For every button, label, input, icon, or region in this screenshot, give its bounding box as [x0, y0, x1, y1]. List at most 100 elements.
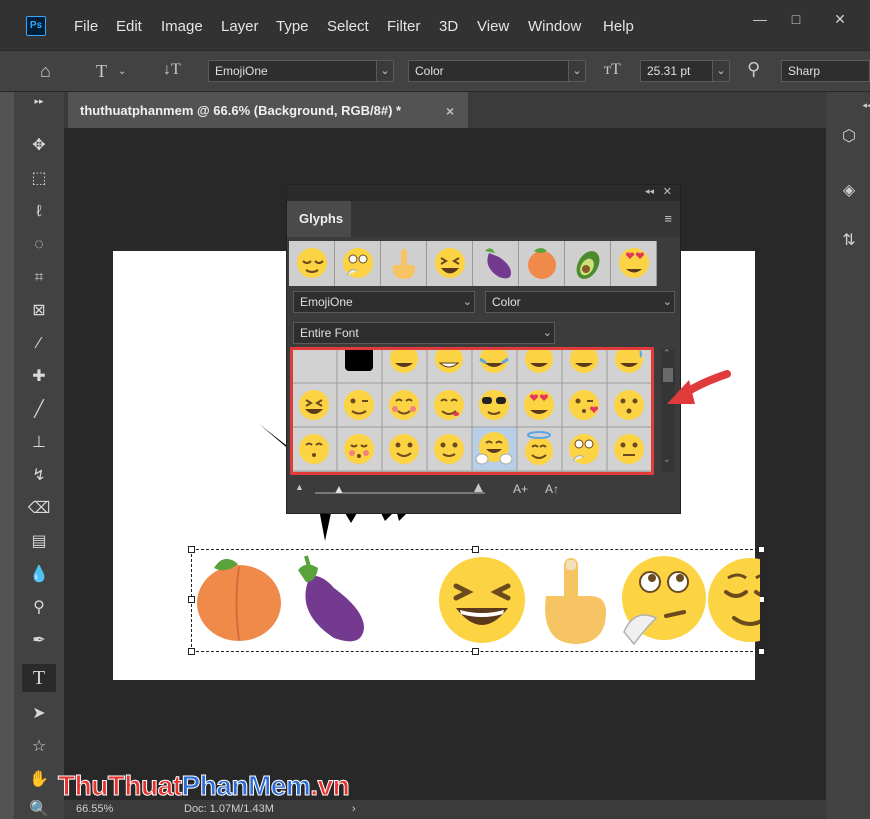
history-icon[interactable]: ⇅ [838, 230, 860, 252]
dodge-tool-icon[interactable]: ⚲ [22, 594, 56, 622]
glyphs-panel: ◂◂ ✕ Glyphs ≡ EmojiOne ⌄ Color ⌄ Entire … [286, 184, 681, 514]
menu-view[interactable]: View [477, 18, 509, 35]
slider-thumb[interactable]: ▲ [333, 482, 345, 496]
menu-bar: Ps File Edit Image Layer Type Select Fil… [0, 0, 870, 50]
glyph-font-family-value: EmojiOne [300, 295, 353, 309]
pen-tool-icon[interactable]: ✒ [22, 627, 56, 655]
frame-tool-icon[interactable]: ⊠ [22, 297, 56, 325]
increase-glyph-size-icon[interactable]: A+ [513, 482, 528, 496]
hand-tool-icon[interactable]: ✋ [22, 766, 56, 794]
close-button[interactable]: ✕ [826, 8, 854, 30]
chevron-down-icon: ⌄ [662, 296, 672, 308]
glyph-filter-select[interactable]: Entire Font ⌄ [293, 322, 555, 344]
healing-brush-tool-icon[interactable]: ✚ [22, 363, 56, 391]
font-size-icon: ᴛT [604, 61, 621, 78]
tools-panel: ▸▸ ✥ ⬚ ℓ ◌ ⌗ ⊠ ⁄ ✚ ╱ ⊥ ↯ ⌫ ▤ 💧 ⚲ ✒ T ➤ ☆… [14, 92, 64, 819]
menu-type[interactable]: Type [276, 18, 309, 35]
text-orientation-icon[interactable]: ↓T [163, 61, 181, 79]
move-tool-icon[interactable]: ✥ [22, 132, 56, 160]
collapse-icon[interactable]: ▸▸ [22, 94, 56, 108]
shape-tool-icon[interactable]: ☆ [22, 733, 56, 761]
blur-tool-icon[interactable]: 💧 [22, 561, 56, 589]
menu-3d[interactable]: 3D [439, 18, 458, 35]
maximize-button[interactable]: □ [782, 8, 810, 30]
large-mountain-icon[interactable]: ▲ [471, 479, 486, 496]
chevron-down-icon[interactable]: ⌄ [376, 60, 394, 82]
history-brush-tool-icon[interactable]: ↯ [22, 462, 56, 490]
close-icon[interactable]: ✕ [663, 185, 672, 198]
chevron-down-icon[interactable]: ⌄ [663, 454, 671, 465]
brush-tool-icon[interactable]: ╱ [22, 396, 56, 424]
eggplant-emoji [298, 555, 364, 642]
collapse-icon[interactable]: ◂◂ [856, 94, 870, 116]
font-style-select[interactable]: Color [408, 60, 576, 82]
type-tool-preset-icon[interactable]: T [96, 61, 107, 82]
gradient-tool-icon[interactable]: ▤ [22, 528, 56, 556]
transform-handle[interactable] [758, 648, 765, 655]
small-mountain-icon[interactable]: ▲ [295, 482, 304, 492]
anti-alias-select[interactable]: Sharp [781, 60, 870, 82]
glyph-font-family-select[interactable]: EmojiOne ⌄ [293, 291, 475, 313]
font-size-field[interactable]: 25.31 pt [640, 60, 714, 82]
transform-handle[interactable] [188, 648, 195, 655]
watermark: ThuThuatPhanMem.vn [58, 770, 351, 802]
chevron-down-icon[interactable]: ⌄ [568, 60, 586, 82]
glyph-font-style-value: Color [492, 295, 521, 309]
stamp-tool-icon[interactable]: ⊥ [22, 429, 56, 457]
eraser-tool-icon[interactable]: ⌫ [22, 495, 56, 523]
watermark-part-2: PhanMem [181, 770, 311, 802]
marquee-tool-icon[interactable]: ⬚ [22, 165, 56, 193]
relieved-emoji [708, 558, 760, 642]
chevron-down-icon[interactable]: ⌄ [712, 60, 730, 82]
panel-menu-icon[interactable]: ≡ [664, 211, 672, 226]
menu-filter[interactable]: Filter [387, 18, 420, 35]
options-bar: ⌂ T ⌄ ↓T EmojiOne ⌄ Color ⌄ ᴛT 25.31 pt … [0, 50, 870, 92]
chevron-right-icon[interactable]: › [352, 800, 356, 819]
document-tab-bar: thuthuatphanmem @ 66.6% (Background, RGB… [64, 92, 826, 128]
crop-tool-icon[interactable]: ⌗ [22, 264, 56, 292]
lasso-tool-icon[interactable]: ℓ [22, 198, 56, 226]
layers-icon[interactable]: ◈ [838, 180, 860, 202]
watermark-part-1: ThuThuat [58, 770, 183, 802]
document-tab[interactable]: thuthuatphanmem @ 66.6% (Background, RGB… [68, 92, 468, 128]
eyedropper-tool-icon[interactable]: ⁄ [22, 330, 56, 358]
middle-finger-emoji [545, 558, 606, 644]
menu-help[interactable]: Help [603, 18, 634, 35]
canvas-emoji-row [197, 555, 760, 646]
menu-layer[interactable]: Layer [221, 18, 259, 35]
watermark-part-3: .vn [310, 770, 350, 802]
transform-handle[interactable] [472, 648, 479, 655]
3d-panel-icon[interactable]: ⬡ [838, 126, 860, 148]
status-bar: 66.55% Doc: 1.07M/1.43M › [64, 800, 826, 819]
quick-selection-tool-icon[interactable]: ◌ [22, 231, 56, 259]
type-tool-icon[interactable]: T [22, 664, 56, 692]
font-family-select[interactable]: EmojiOne [208, 60, 378, 82]
home-icon[interactable]: ⌂ [40, 61, 51, 82]
minimize-button[interactable]: — [746, 8, 774, 30]
chevron-down-icon: ⌄ [462, 296, 472, 308]
zoom-level[interactable]: 66.55% [76, 800, 113, 819]
panel-header-strip: ◂◂ ✕ [287, 185, 680, 201]
zoom-tool-icon[interactable]: 🔍 [22, 796, 56, 819]
glyph-grid-highlight [290, 347, 654, 475]
glyph-filter-value: Entire Font [300, 326, 359, 340]
collapse-icon[interactable]: ◂◂ [645, 186, 654, 197]
menu-image[interactable]: Image [161, 18, 203, 35]
document-tab-title: thuthuatphanmem @ 66.6% (Background, RGB… [80, 103, 402, 118]
menu-select[interactable]: Select [327, 18, 369, 35]
path-selection-tool-icon[interactable]: ➤ [22, 700, 56, 728]
close-icon[interactable]: × [446, 94, 454, 128]
decrease-glyph-size-icon[interactable]: A↑ [545, 482, 559, 496]
peach-emoji [197, 558, 281, 641]
glyph-size-controls: ▲ ▲ ▲ A+ A↑ [287, 479, 680, 506]
menu-edit[interactable]: Edit [116, 18, 142, 35]
menu-file[interactable]: File [74, 18, 98, 35]
search-icon[interactable]: ⚲ [747, 59, 760, 80]
menu-window[interactable]: Window [528, 18, 581, 35]
chevron-down-icon[interactable]: ⌄ [118, 66, 126, 77]
glyph-font-style-select[interactable]: Color ⌄ [485, 291, 675, 313]
chevron-up-icon[interactable]: ⌃ [663, 348, 671, 359]
tab-glyphs[interactable]: Glyphs [287, 201, 351, 237]
chevron-down-icon: ⌄ [542, 327, 552, 339]
red-pointer-arrow [667, 370, 731, 404]
